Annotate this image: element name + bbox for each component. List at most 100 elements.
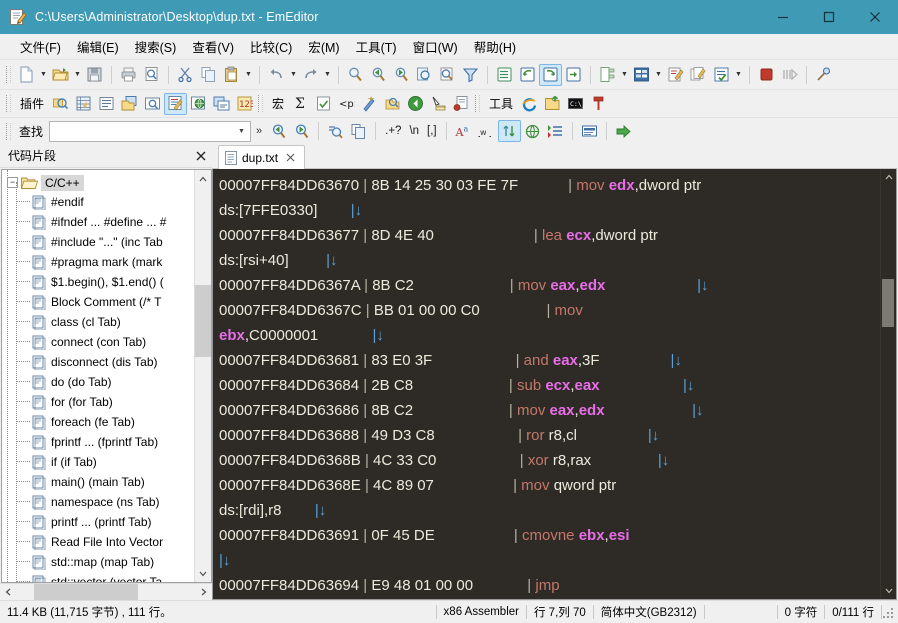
filter-lines-icon[interactable] xyxy=(544,120,567,142)
toolbar-grip[interactable] xyxy=(475,95,481,112)
run-icon[interactable] xyxy=(778,64,801,86)
toolbar-grip[interactable] xyxy=(6,66,11,83)
back-arrow-icon[interactable] xyxy=(404,93,427,115)
toolbar-grip[interactable] xyxy=(258,95,264,112)
macro-view-icon[interactable] xyxy=(381,93,404,115)
chevron-down-icon[interactable] xyxy=(881,583,896,599)
menu-item-help[interactable]: 帮助(H) xyxy=(466,34,524,59)
compare-prev-icon[interactable] xyxy=(516,64,539,86)
menu-item-tools[interactable]: 工具(T) xyxy=(348,34,405,59)
filter-icon[interactable] xyxy=(459,64,482,86)
find-next-icon[interactable] xyxy=(290,120,313,142)
toolbar-grip[interactable] xyxy=(6,122,11,140)
list-item[interactable]: disconnect (dis Tab) xyxy=(2,352,211,372)
hammer-icon[interactable] xyxy=(587,93,610,115)
list-item[interactable]: std::vector (vector Ta xyxy=(2,572,211,582)
minimize-icon[interactable] xyxy=(760,0,806,34)
editor-scroll-track[interactable] xyxy=(881,185,896,583)
go-arrow-icon[interactable] xyxy=(612,120,635,142)
status-cursor-position[interactable]: 行 7,列 70 xyxy=(527,601,593,623)
new-file-icon[interactable] xyxy=(15,64,38,86)
copy-icon[interactable] xyxy=(197,64,220,86)
snippet-p-icon[interactable]: <p> xyxy=(335,93,358,115)
macro-toolbar-label[interactable]: 宏 xyxy=(267,95,289,112)
sidebar-scroll-track[interactable] xyxy=(195,187,211,565)
list-item[interactable]: do (do Tab) xyxy=(2,372,211,392)
list-item[interactable]: if (if Tab) xyxy=(2,452,211,472)
pin-icon[interactable] xyxy=(812,64,835,86)
find-next-icon[interactable] xyxy=(390,64,413,86)
list-item[interactable]: #include "..." (inc Tab xyxy=(2,232,211,252)
menu-item-search[interactable]: 搜索(S) xyxy=(127,34,185,59)
tree-root-cpp[interactable]: − C/C++ xyxy=(2,173,211,192)
list-item[interactable]: class (cl Tab) xyxy=(2,312,211,332)
sort-toggle-icon[interactable] xyxy=(497,120,521,142)
preview-icon[interactable] xyxy=(141,93,164,115)
snippets-icon[interactable] xyxy=(72,93,95,115)
find-in-files-icon[interactable] xyxy=(436,64,459,86)
html-bar-icon[interactable]: 123 xyxy=(233,93,256,115)
list-item[interactable]: #pragma mark (mark xyxy=(2,252,211,272)
replace-icon[interactable] xyxy=(413,64,436,86)
list-item[interactable]: Read File Into Vector xyxy=(2,532,211,552)
markers-all-icon[interactable] xyxy=(687,64,710,86)
list-item[interactable]: $1.begin(), $1.end() ( xyxy=(2,272,211,292)
stop-icon[interactable] xyxy=(755,64,778,86)
explorer-icon[interactable] xyxy=(49,93,72,115)
chevron-down-icon[interactable] xyxy=(195,565,211,582)
match-whole-word-icon[interactable]: w xyxy=(475,120,498,142)
print-icon[interactable] xyxy=(117,64,140,86)
toolbar-grip[interactable] xyxy=(6,95,11,112)
command-prompt-icon[interactable]: C:\_ xyxy=(564,93,587,115)
list-item[interactable]: namespace (ns Tab) xyxy=(2,492,211,512)
editor-viewport[interactable]: 00007FF84DD63670 | 8B 14 25 30 03 FE 7F … xyxy=(212,169,897,600)
close-icon[interactable] xyxy=(190,146,212,166)
regex-option-any[interactable]: .+? xyxy=(381,125,405,137)
menu-item-macro[interactable]: 宏(M) xyxy=(300,34,347,59)
chevron-right-icon[interactable] xyxy=(196,584,212,600)
paste-dropdown[interactable]: ▼ xyxy=(243,64,254,86)
menu-item-window[interactable]: 窗口(W) xyxy=(405,34,466,59)
list-item[interactable]: Block Comment (/* T xyxy=(2,292,211,312)
editor-scroll-thumb[interactable] xyxy=(882,279,894,327)
list-item[interactable]: #ifndef ... #define ... # xyxy=(2,212,211,232)
word-complete-icon[interactable] xyxy=(164,92,188,115)
redo-icon[interactable] xyxy=(299,64,322,86)
compare-export-icon[interactable] xyxy=(562,64,585,86)
list-item[interactable]: for (for Tab) xyxy=(2,392,211,412)
list-item[interactable]: foreach (fe Tab) xyxy=(2,412,211,432)
match-case-icon[interactable]: Aa xyxy=(452,120,475,142)
internet-explorer-icon[interactable] xyxy=(518,93,541,115)
macro-wand-icon[interactable] xyxy=(358,93,381,115)
regex-option-newline[interactable]: \n xyxy=(405,125,423,137)
new-file-dropdown[interactable]: ▼ xyxy=(38,64,49,86)
sidebar-vertical-scrollbar[interactable] xyxy=(194,170,211,582)
menu-item-file[interactable]: 文件(F) xyxy=(12,34,69,59)
find-previous-icon[interactable] xyxy=(367,64,390,86)
highlight-icon[interactable] xyxy=(578,120,601,142)
cut-scissors-icon[interactable] xyxy=(174,64,197,86)
status-syntax[interactable]: x86 Assembler xyxy=(437,601,526,623)
list-item[interactable]: #endif xyxy=(2,192,211,212)
print-preview-icon[interactable] xyxy=(140,64,163,86)
markers-icon[interactable] xyxy=(664,64,687,86)
csv-dropdown[interactable]: ▼ xyxy=(653,64,664,86)
plugins-toolbar-label[interactable]: 插件 xyxy=(15,95,49,112)
tools-toolbar-label[interactable]: 工具 xyxy=(484,95,518,112)
regex-option-charclass[interactable]: [,] xyxy=(423,125,441,137)
redo-dropdown[interactable]: ▼ xyxy=(322,64,333,86)
undo-dropdown[interactable]: ▼ xyxy=(288,64,299,86)
measure-icon[interactable] xyxy=(427,93,450,115)
check-list-dropdown[interactable]: ▼ xyxy=(733,64,744,86)
clip-history-icon[interactable] xyxy=(210,93,233,115)
list-item[interactable]: main() (main Tab) xyxy=(2,472,211,492)
resize-grip-icon[interactable] xyxy=(882,605,896,619)
chevron-down-icon[interactable]: ▼ xyxy=(233,122,250,141)
chevron-left-icon[interactable] xyxy=(0,584,16,600)
menu-item-edit[interactable]: 编辑(E) xyxy=(69,34,127,59)
list-item[interactable]: connect (con Tab) xyxy=(2,332,211,352)
projects-icon[interactable] xyxy=(118,93,141,115)
code-text-area[interactable]: 00007FF84DD63670 | 8B 14 25 30 03 FE 7F … xyxy=(213,169,880,599)
sigma-icon[interactable]: Σ xyxy=(289,93,312,115)
undo-icon[interactable] xyxy=(265,64,288,86)
